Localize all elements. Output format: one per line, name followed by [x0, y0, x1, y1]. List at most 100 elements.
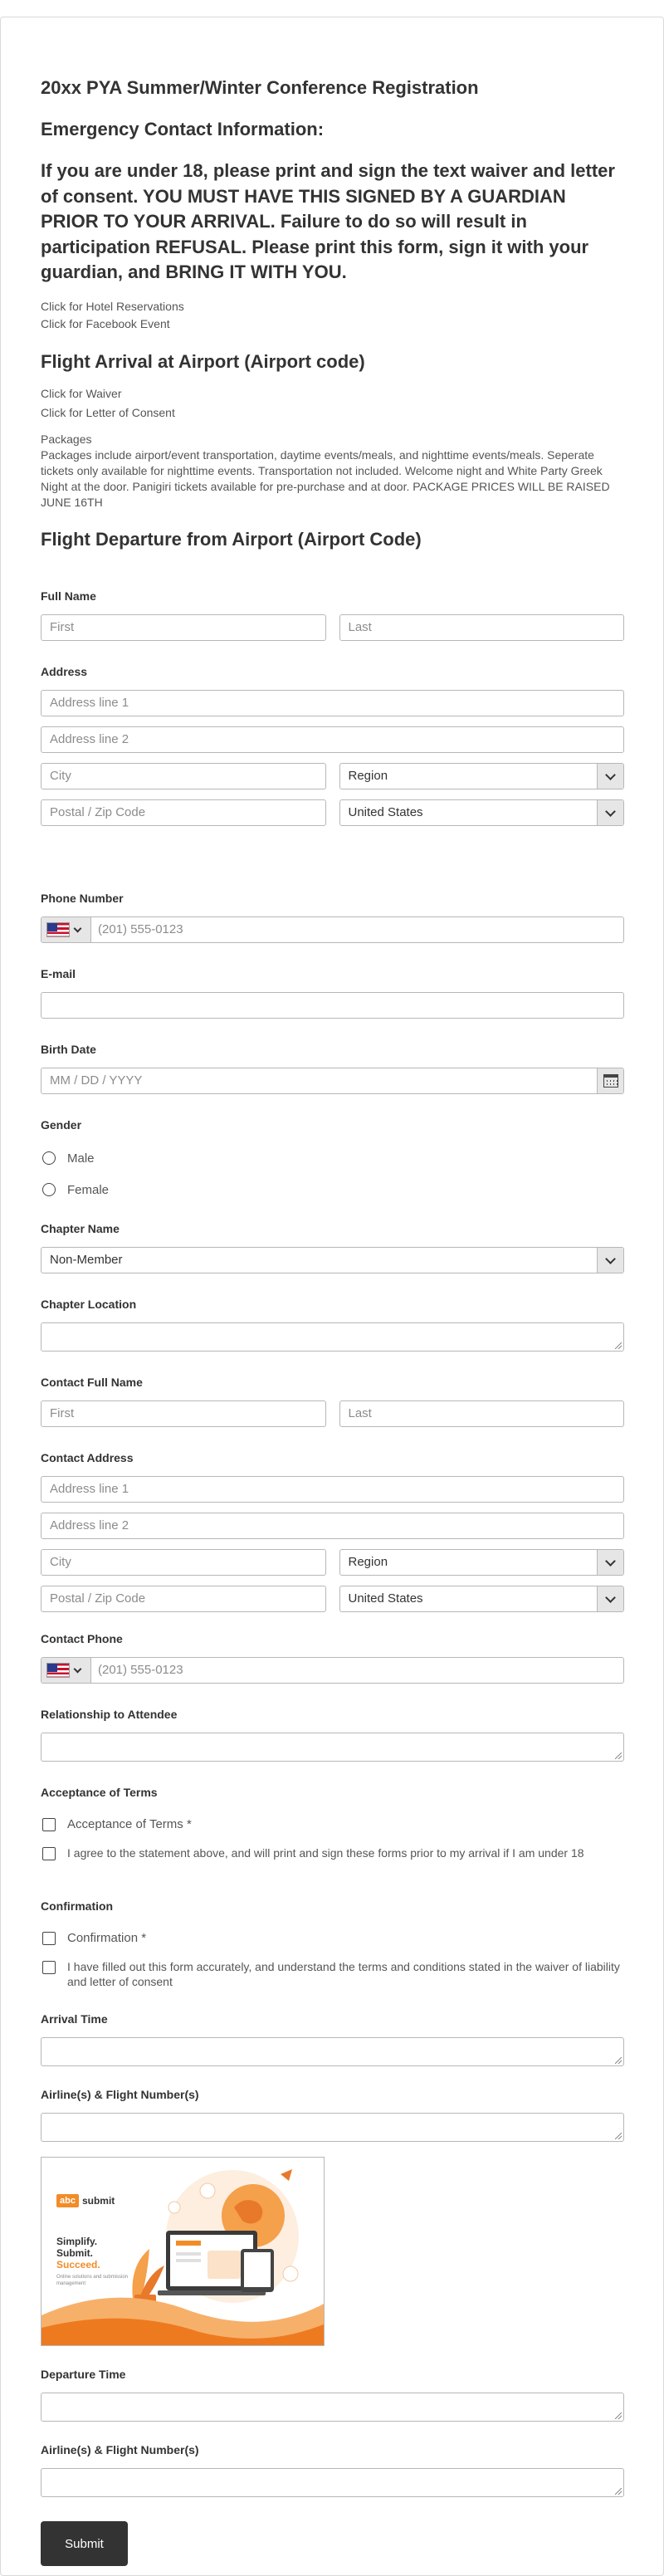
acceptance-option-2[interactable]: I agree to the statement above, and will…	[41, 1845, 624, 1860]
arrival-time-textarea[interactable]	[41, 2037, 624, 2066]
country-value: United States	[348, 805, 423, 819]
address-line1-input[interactable]: Address line 1	[41, 690, 624, 716]
contact-region-value: Region	[348, 1555, 388, 1569]
form-body: 20xx PYA Summer/Winter Conference Regist…	[41, 51, 624, 2566]
resize-handle-icon[interactable]	[615, 1342, 622, 1349]
phone-input[interactable]: (201) 555-0123	[41, 917, 624, 943]
agree-checkbox[interactable]	[42, 1847, 56, 1860]
gender-female-label: Female	[67, 1182, 110, 1197]
chapter-name-group: Chapter Name Non-Member	[41, 1220, 624, 1273]
chevron-down-icon[interactable]	[597, 1248, 623, 1273]
birth-date-placeholder: MM / DD / YYYY	[50, 1073, 143, 1088]
acceptance-option-1[interactable]: Acceptance of Terms *	[41, 1816, 624, 1832]
contact-last-name-input[interactable]: Last	[339, 1400, 624, 1427]
resize-handle-icon[interactable]	[615, 2412, 622, 2419]
chapter-location-textarea[interactable]	[41, 1322, 624, 1352]
radio-male[interactable]	[42, 1151, 56, 1165]
consent-link[interactable]: Click for Letter of Consent	[41, 403, 624, 423]
chapter-name-select[interactable]: Non-Member	[41, 1247, 624, 1273]
address-line2-input[interactable]: Address line 2	[41, 726, 624, 753]
gender-label: Gender	[41, 1118, 82, 1132]
last-name-input[interactable]: Last	[339, 614, 624, 641]
gender-option-female[interactable]: Female	[41, 1180, 624, 1199]
contact-name-group: Contact Full Name First Last	[41, 1374, 624, 1427]
chevron-down-icon[interactable]	[597, 764, 623, 789]
chevron-down-icon[interactable]	[597, 800, 623, 825]
phone-placeholder: (201) 555-0123	[98, 922, 183, 936]
promo-logo: abc submit	[56, 2194, 115, 2207]
emergency-heading: Emergency Contact Information:	[41, 119, 325, 139]
contact-postal-input[interactable]: Postal / Zip Code	[41, 1586, 326, 1612]
hotel-link[interactable]: Click for Hotel Reservations	[41, 298, 624, 315]
chevron-down-icon	[73, 924, 82, 932]
us-flag-icon	[46, 1663, 70, 1678]
birth-date-input[interactable]: MM / DD / YYYY	[41, 1068, 624, 1094]
postal-input[interactable]: Postal / Zip Code	[41, 799, 326, 826]
chapter-location-label: Chapter Location	[41, 1298, 137, 1311]
departure-flight-label: Airline(s) & Flight Number(s)	[41, 2443, 199, 2456]
resize-handle-icon[interactable]	[615, 2488, 622, 2495]
contact-phone-placeholder: (201) 555-0123	[98, 1663, 183, 1677]
contact-phone-group: Contact Phone (201) 555-0123	[41, 1630, 624, 1684]
full-name-label: Full Name	[41, 589, 96, 603]
contact-phone-input[interactable]: (201) 555-0123	[41, 1657, 624, 1684]
confirmation-option-1[interactable]: Confirmation *	[41, 1930, 624, 1946]
radio-female[interactable]	[42, 1183, 56, 1196]
contact-address-group: Contact Address Address line 1 Address l…	[41, 1449, 624, 1612]
resize-handle-icon[interactable]	[615, 2057, 622, 2064]
form-card: 20xx PYA Summer/Winter Conference Regist…	[0, 17, 664, 2576]
contact-region-select[interactable]: Region	[339, 1549, 624, 1576]
calendar-icon[interactable]	[597, 1068, 623, 1093]
facebook-link[interactable]: Click for Facebook Event	[41, 315, 624, 333]
gender-option-male[interactable]: Male	[41, 1149, 624, 1167]
arrival-flight-label: Airline(s) & Flight Number(s)	[41, 2088, 199, 2101]
chevron-down-icon	[73, 1664, 82, 1673]
contact-city-input[interactable]: City	[41, 1549, 326, 1576]
country-code-selector[interactable]	[42, 1658, 91, 1683]
address-group: Address Address line 1 Address line 2 Ci…	[41, 663, 624, 826]
departure-heading: Flight Departure from Airport (Airport C…	[41, 528, 422, 550]
resize-handle-icon[interactable]	[615, 2133, 622, 2139]
accuracy-checkbox[interactable]	[42, 1961, 56, 1974]
contact-name-label: Contact Full Name	[41, 1376, 143, 1389]
submit-button[interactable]: Submit	[41, 2521, 128, 2566]
region-value: Region	[348, 769, 388, 783]
promo-logo-abc: abc	[56, 2194, 79, 2207]
departure-time-label: Departure Time	[41, 2368, 126, 2381]
agree-option-label: I agree to the statement above, and will…	[67, 1846, 584, 1860]
chevron-down-icon[interactable]	[597, 1586, 623, 1611]
country-code-selector[interactable]	[42, 917, 91, 942]
arrival-flight-textarea[interactable]	[41, 2113, 624, 2142]
contact-first-name-input[interactable]: First	[41, 1400, 326, 1427]
confirmation-checkbox[interactable]	[42, 1932, 56, 1945]
phone-label: Phone Number	[41, 892, 124, 905]
departure-time-textarea[interactable]	[41, 2393, 624, 2422]
email-field[interactable]	[41, 992, 624, 1019]
departure-flight-textarea[interactable]	[41, 2468, 624, 2497]
acceptance-checkbox[interactable]	[42, 1818, 56, 1831]
confirmation-option-2[interactable]: I have filled out this form accurately, …	[41, 1959, 624, 1989]
city-input[interactable]: City	[41, 763, 326, 789]
acceptance-label: Acceptance of Terms	[41, 1786, 158, 1799]
resize-handle-icon[interactable]	[615, 1752, 622, 1759]
full-name-group: Full Name First Last	[41, 588, 624, 641]
promo-tagline: Simplify. Submit. Succeed.	[56, 2236, 100, 2270]
chevron-down-icon[interactable]	[597, 1550, 623, 1575]
country-select[interactable]: United States	[339, 799, 624, 826]
email-label: E-mail	[41, 967, 76, 980]
waiver-link[interactable]: Click for Waiver	[41, 384, 624, 403]
relationship-textarea[interactable]	[41, 1733, 624, 1762]
contact-country-select[interactable]: United States	[339, 1586, 624, 1612]
contact-address-line2-input[interactable]: Address line 2	[41, 1513, 624, 1539]
region-select[interactable]: Region	[339, 763, 624, 789]
arrival-heading: Flight Arrival at Airport (Airport code)	[41, 350, 365, 372]
acceptance-option-label: Acceptance of Terms *	[67, 1817, 192, 1831]
address-label: Address	[41, 665, 88, 678]
confirmation-label: Confirmation	[41, 1899, 114, 1913]
arrival-time-group: Arrival Time	[41, 2011, 624, 2066]
arrival-flight-group: Airline(s) & Flight Number(s)	[41, 2086, 624, 2142]
contact-address-line1-input[interactable]: Address line 1	[41, 1476, 624, 1503]
gender-male-label: Male	[67, 1151, 95, 1166]
confirmation-group: Confirmation Confirmation * I have fille…	[41, 1898, 624, 1989]
first-name-input[interactable]: First	[41, 614, 326, 641]
